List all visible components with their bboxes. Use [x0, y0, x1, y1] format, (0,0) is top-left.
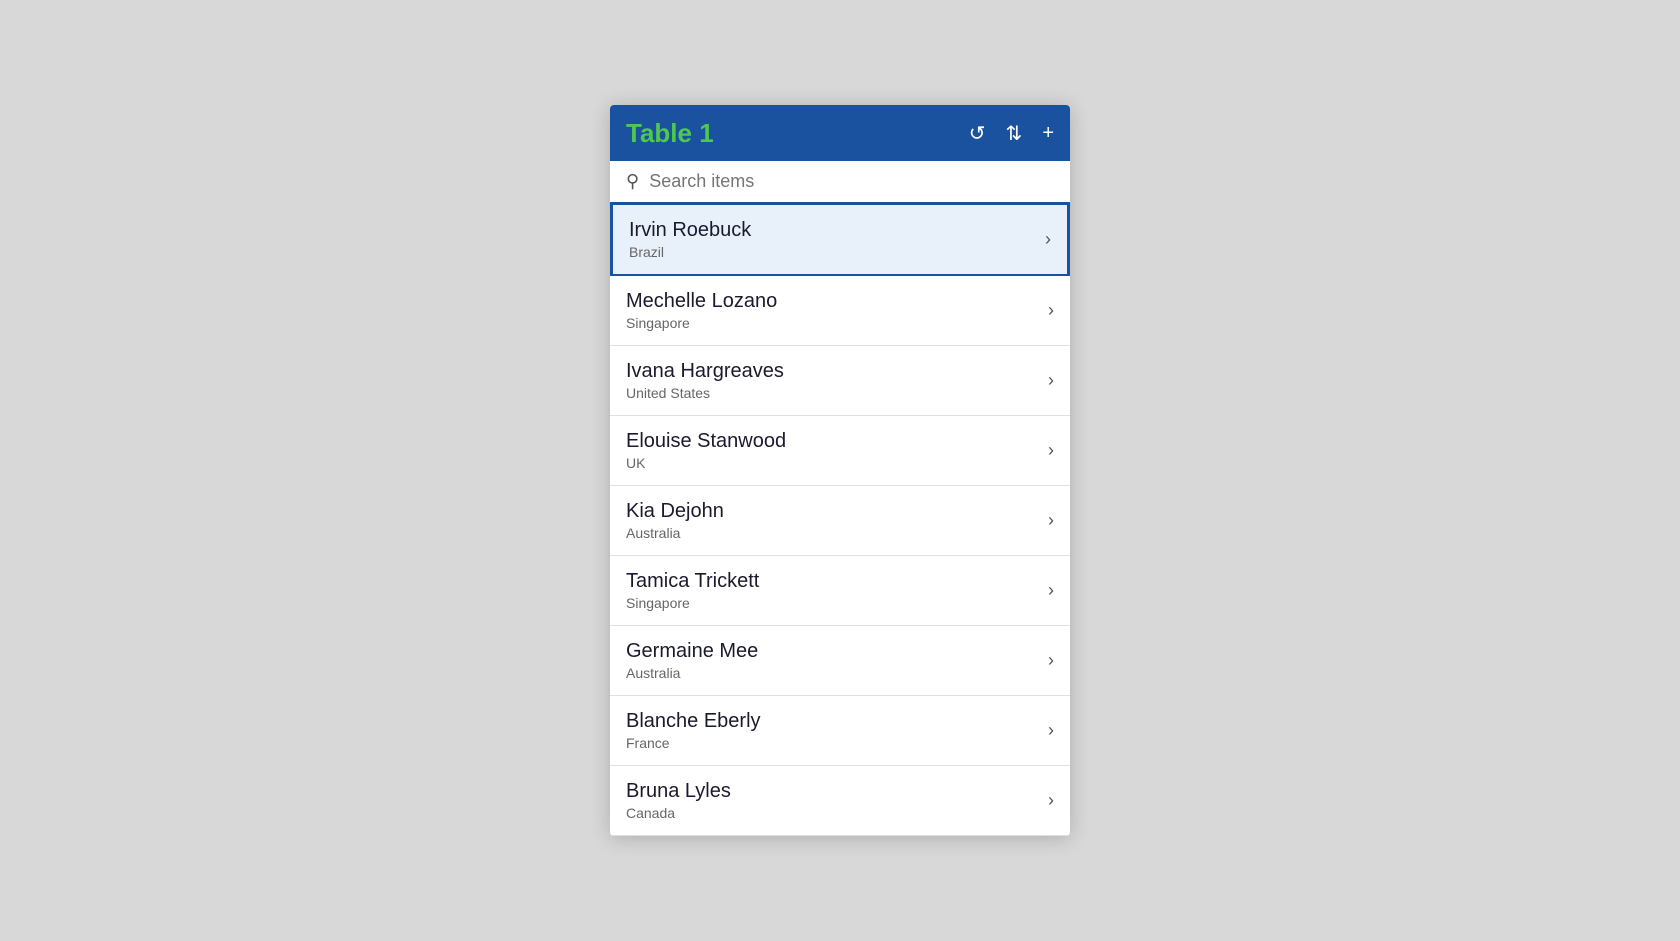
list-item-content: Mechelle Lozano Singapore	[626, 290, 777, 331]
list-item-content: Germaine Mee Australia	[626, 640, 758, 681]
app-container: Table 1 ↺ ⇅ + ⚲ Irvin RoebuckBrazil›Mech…	[610, 105, 1070, 836]
chevron-right-icon: ›	[1045, 229, 1051, 250]
list-item-content: Bruna Lyles Canada	[626, 780, 731, 821]
list-item[interactable]: Bruna Lyles Canada ›	[610, 766, 1070, 836]
list-item[interactable]: Germaine Mee Australia ›	[610, 626, 1070, 696]
list-item-subtitle: United States	[626, 385, 784, 401]
list-item-name: Bruna Lyles	[626, 780, 731, 803]
list-item-subtitle: Canada	[626, 805, 731, 821]
items-list: Irvin Roebuck Brazil › Mechelle Lozano Singa…	[610, 202, 1070, 836]
app-header: Table 1 ↺ ⇅ +	[610, 105, 1070, 161]
list-item[interactable]: Irvin Roebuck Brazil ›	[610, 202, 1070, 277]
list-item-subtitle: Brazil	[629, 244, 751, 260]
list-item[interactable]: Blanche Eberly France ›	[610, 696, 1070, 766]
chevron-right-icon: ›	[1048, 300, 1054, 321]
chevron-right-icon: ›	[1048, 720, 1054, 741]
chevron-right-icon: ›	[1048, 580, 1054, 601]
list-item-subtitle: France	[626, 735, 761, 751]
chevron-right-icon: ›	[1048, 510, 1054, 531]
list-item-content: Blanche Eberly France	[626, 710, 761, 751]
list-item-content: Tamica Trickett Singapore	[626, 570, 759, 611]
list-item-name: Elouise Stanwood	[626, 430, 786, 453]
list-item-name: Irvin Roebuck	[629, 219, 751, 242]
chevron-right-icon: ›	[1048, 790, 1054, 811]
list-item[interactable]: Ivana Hargreaves United States ›	[610, 346, 1070, 416]
search-bar: ⚲	[610, 161, 1070, 203]
chevron-right-icon: ›	[1048, 440, 1054, 461]
sort-icon[interactable]: ⇅	[1006, 121, 1023, 146]
list-item-content: Irvin Roebuck Brazil	[629, 219, 751, 260]
list-item-subtitle: Australia	[626, 525, 724, 541]
list-item-name: Ivana Hargreaves	[626, 360, 784, 383]
list-item[interactable]: Mechelle Lozano Singapore ›	[610, 276, 1070, 346]
list-item-content: Elouise Stanwood UK	[626, 430, 786, 471]
search-input[interactable]	[649, 171, 1054, 192]
header-icons: ↺ ⇅ +	[969, 121, 1054, 146]
list-item-name: Kia Dejohn	[626, 500, 724, 523]
list-item-name: Blanche Eberly	[626, 710, 761, 733]
list-item-name: Mechelle Lozano	[626, 290, 777, 313]
search-icon: ⚲	[626, 171, 639, 192]
list-item-name: Germaine Mee	[626, 640, 758, 663]
list-item[interactable]: Tamica Trickett Singapore ›	[610, 556, 1070, 626]
list-item[interactable]: Elouise Stanwood UK ›	[610, 416, 1070, 486]
list-item-subtitle: Singapore	[626, 315, 777, 331]
list-item-subtitle: Australia	[626, 665, 758, 681]
list-item-content: Kia Dejohn Australia	[626, 500, 724, 541]
list-item-content: Ivana Hargreaves United States	[626, 360, 784, 401]
list-item[interactable]: Kia Dejohn Australia ›	[610, 486, 1070, 556]
add-icon[interactable]: +	[1042, 122, 1054, 145]
chevron-right-icon: ›	[1048, 370, 1054, 391]
list-item-name: Tamica Trickett	[626, 570, 759, 593]
list-item-subtitle: Singapore	[626, 595, 759, 611]
list-item-subtitle: UK	[626, 455, 786, 471]
chevron-right-icon: ›	[1048, 650, 1054, 671]
table-title: Table 1	[626, 118, 714, 149]
refresh-icon[interactable]: ↺	[969, 121, 986, 146]
